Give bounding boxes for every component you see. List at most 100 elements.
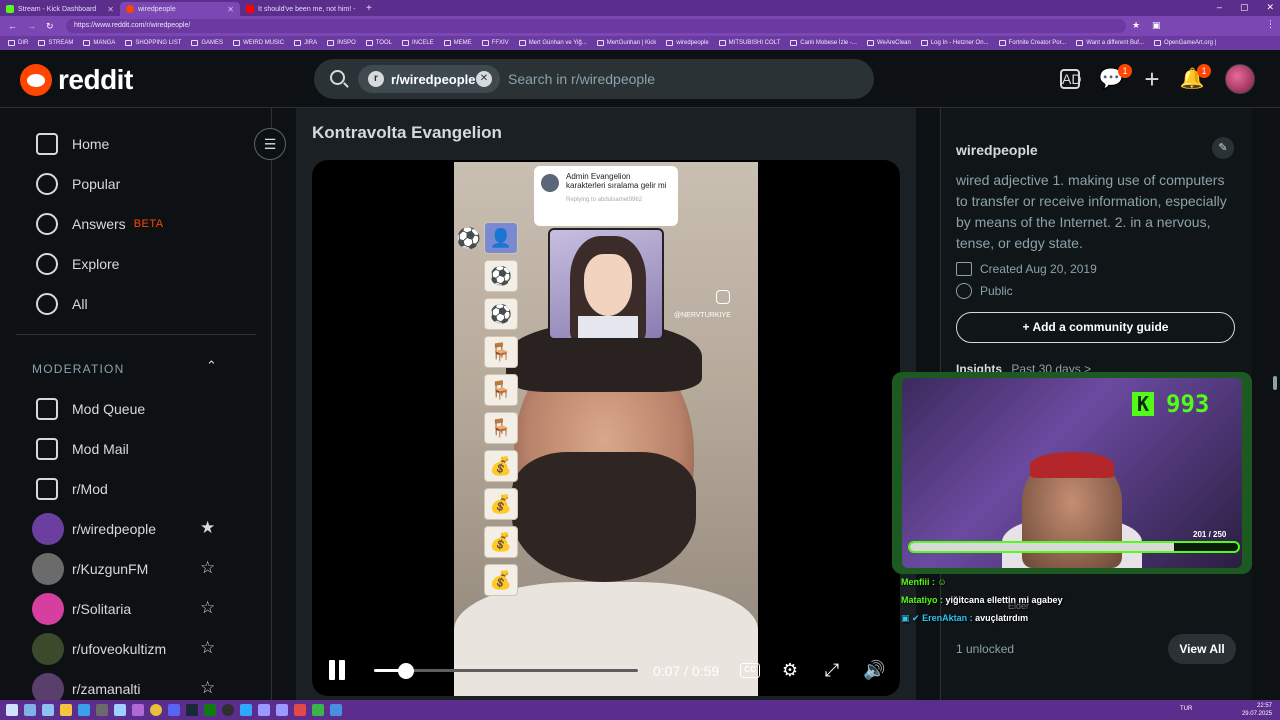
nav-home[interactable]: Home — [36, 132, 109, 156]
bookmark-item[interactable]: Want a different Buf... — [1076, 40, 1144, 46]
settings-gear-icon[interactable]: ⚙ — [779, 660, 801, 681]
close-tab-icon[interactable]: ✕ — [359, 5, 360, 14]
star-filled-icon[interactable]: ★ — [200, 518, 215, 538]
captions-button[interactable]: CC — [740, 663, 760, 678]
extensions-icon[interactable]: ▣ — [1152, 20, 1161, 31]
bookmark-item[interactable]: Log In - Hetzner On... — [920, 40, 989, 46]
bookmark-item[interactable]: wiredpeople — [666, 40, 709, 46]
new-tab-button[interactable]: + — [366, 3, 372, 14]
bookmark-item[interactable]: Canlı Mobese İzle -... — [790, 40, 857, 46]
community-item[interactable]: r/ufoveokultizm — [32, 633, 166, 665]
bookmark-item[interactable]: FFXIV — [481, 40, 509, 46]
video-seek-bar[interactable] — [374, 663, 638, 679]
bookmark-item[interactable]: Fortnite Creator Por... — [998, 40, 1066, 46]
star-outline-icon[interactable]: ☆ — [200, 678, 215, 698]
close-tab-icon[interactable]: ✕ — [107, 5, 114, 14]
nav-explore[interactable]: Explore — [36, 252, 119, 276]
reload-icon[interactable]: ↻ — [46, 21, 54, 32]
chrome-icon[interactable] — [150, 704, 162, 716]
search-bar[interactable]: r r/wiredpeople ✕ Search in r/wiredpeopl… — [314, 59, 874, 99]
notepad-icon[interactable] — [114, 704, 126, 716]
maximize-icon[interactable]: ▢ — [1240, 2, 1249, 13]
xbox-icon[interactable] — [204, 704, 216, 716]
clear-chip-icon[interactable]: ✕ — [476, 71, 492, 87]
volume-icon[interactable]: 🔊 — [863, 660, 885, 681]
bookmark-item[interactable]: JIRA — [294, 40, 317, 46]
bookmark-item[interactable]: STREAM — [38, 40, 73, 46]
star-bookmark-icon[interactable]: ★ — [1132, 20, 1140, 31]
community-item[interactable]: r/wiredpeople — [32, 513, 156, 545]
tab-youtube[interactable]: It should've been me, not him! - ✕ — [240, 2, 360, 16]
bookmark-item[interactable]: Mert Günhan ve Yiğ... — [518, 40, 587, 46]
forward-icon[interactable]: → — [27, 21, 36, 31]
post-title[interactable]: Kontravolta Evangelion — [312, 123, 502, 143]
close-window-icon[interactable]: ✕ — [1266, 2, 1274, 13]
star-outline-icon[interactable]: ☆ — [200, 638, 215, 658]
page-scrollbar[interactable] — [1270, 108, 1280, 700]
create-post-icon[interactable]: + — [1139, 66, 1165, 92]
app-icon[interactable] — [294, 704, 306, 716]
tab-wiredpeople[interactable]: wiredpeople ✕ — [120, 2, 240, 16]
steam-icon[interactable] — [186, 704, 198, 716]
bookmark-item[interactable]: MertGunhan | Kick — [596, 40, 656, 46]
photoshop-icon[interactable] — [240, 704, 252, 716]
pause-icon[interactable] — [328, 660, 346, 680]
star-outline-icon[interactable]: ☆ — [200, 598, 215, 618]
obs-icon[interactable] — [222, 704, 234, 716]
calculator-icon[interactable] — [96, 704, 108, 716]
chevron-up-icon[interactable]: ⌃ — [206, 358, 217, 374]
seek-handle[interactable] — [397, 663, 414, 679]
bookmark-item[interactable]: WEIRD MUSIC — [233, 40, 284, 46]
bookmark-item[interactable]: DIR — [8, 40, 28, 46]
view-all-button[interactable]: View All — [1168, 634, 1236, 664]
subreddit-search-chip[interactable]: r r/wiredpeople ✕ — [358, 65, 500, 93]
fullscreen-icon[interactable]: ⤢ — [821, 660, 843, 681]
task-view-icon[interactable] — [42, 704, 54, 716]
community-item[interactable]: r/Solitaria — [32, 593, 131, 625]
nav-answers[interactable]: Answers BETA — [36, 212, 164, 236]
reddit-logo[interactable]: reddit — [20, 64, 133, 96]
bookmark-item[interactable]: MANGA — [83, 40, 115, 46]
aftereffects-icon[interactable] — [276, 704, 288, 716]
app-icon[interactable] — [330, 704, 342, 716]
search-input[interactable]: Search in r/wiredpeople — [508, 71, 655, 87]
star-outline-icon[interactable]: ☆ — [200, 558, 215, 578]
nav-mod-mail[interactable]: Mod Mail — [36, 437, 129, 461]
bookmark-item[interactable]: INCELE — [401, 40, 434, 46]
advertise-icon[interactable]: AD — [1060, 69, 1081, 89]
bookmark-item[interactable]: GAMES — [191, 40, 223, 46]
bookmark-item[interactable]: MEME — [443, 40, 472, 46]
discord-icon[interactable] — [168, 704, 180, 716]
input-language[interactable]: TUR — [1180, 706, 1192, 712]
edit-pencil-icon[interactable]: ✎ — [1212, 137, 1234, 159]
bookmark-item[interactable]: SHOPPING LIST — [125, 40, 181, 46]
nav-r-mod[interactable]: r/Mod — [36, 477, 108, 501]
scrollbar-thumb[interactable] — [1273, 376, 1277, 390]
search-taskbar-icon[interactable] — [24, 704, 36, 716]
user-avatar[interactable] — [1225, 64, 1255, 94]
app-icon[interactable] — [312, 704, 324, 716]
bookmark-item[interactable]: TOOL — [365, 40, 392, 46]
tab-kick-dashboard[interactable]: Stream - Kick Dashboard ✕ — [0, 2, 120, 16]
file-explorer-icon[interactable] — [60, 704, 72, 716]
add-community-guide-button[interactable]: + Add a community guide — [956, 312, 1235, 343]
community-item[interactable]: r/KuzgunFM — [32, 553, 148, 585]
bookmark-item[interactable]: MITSUBISHI COLT — [718, 40, 780, 46]
bookmark-item[interactable]: WeAreClean — [866, 40, 911, 46]
app-icon[interactable] — [132, 704, 144, 716]
menu-dots-icon[interactable]: ⋮ — [1266, 19, 1275, 30]
nav-popular[interactable]: Popular — [36, 172, 120, 196]
bookmark-item[interactable]: OpenGameArt.org | — [1153, 40, 1216, 46]
hamburger-menu-icon[interactable]: ☰ — [254, 128, 286, 160]
back-icon[interactable]: ← — [8, 21, 17, 31]
system-clock[interactable]: 22:57 29.07.2025 — [1242, 702, 1272, 718]
video-player[interactable]: Admin Evangelion karakterleri sıralama g… — [312, 160, 900, 696]
nav-all[interactable]: All — [36, 292, 88, 316]
nav-mod-queue[interactable]: Mod Queue — [36, 397, 145, 421]
close-tab-icon[interactable]: ✕ — [227, 5, 234, 14]
url-field[interactable]: https://www.reddit.com/r/wiredpeople/ — [66, 19, 1126, 33]
minimize-icon[interactable]: – — [1217, 2, 1222, 13]
bookmark-item[interactable]: INSPO — [327, 40, 356, 46]
edge-icon[interactable] — [78, 704, 90, 716]
premiere-icon[interactable] — [258, 704, 270, 716]
